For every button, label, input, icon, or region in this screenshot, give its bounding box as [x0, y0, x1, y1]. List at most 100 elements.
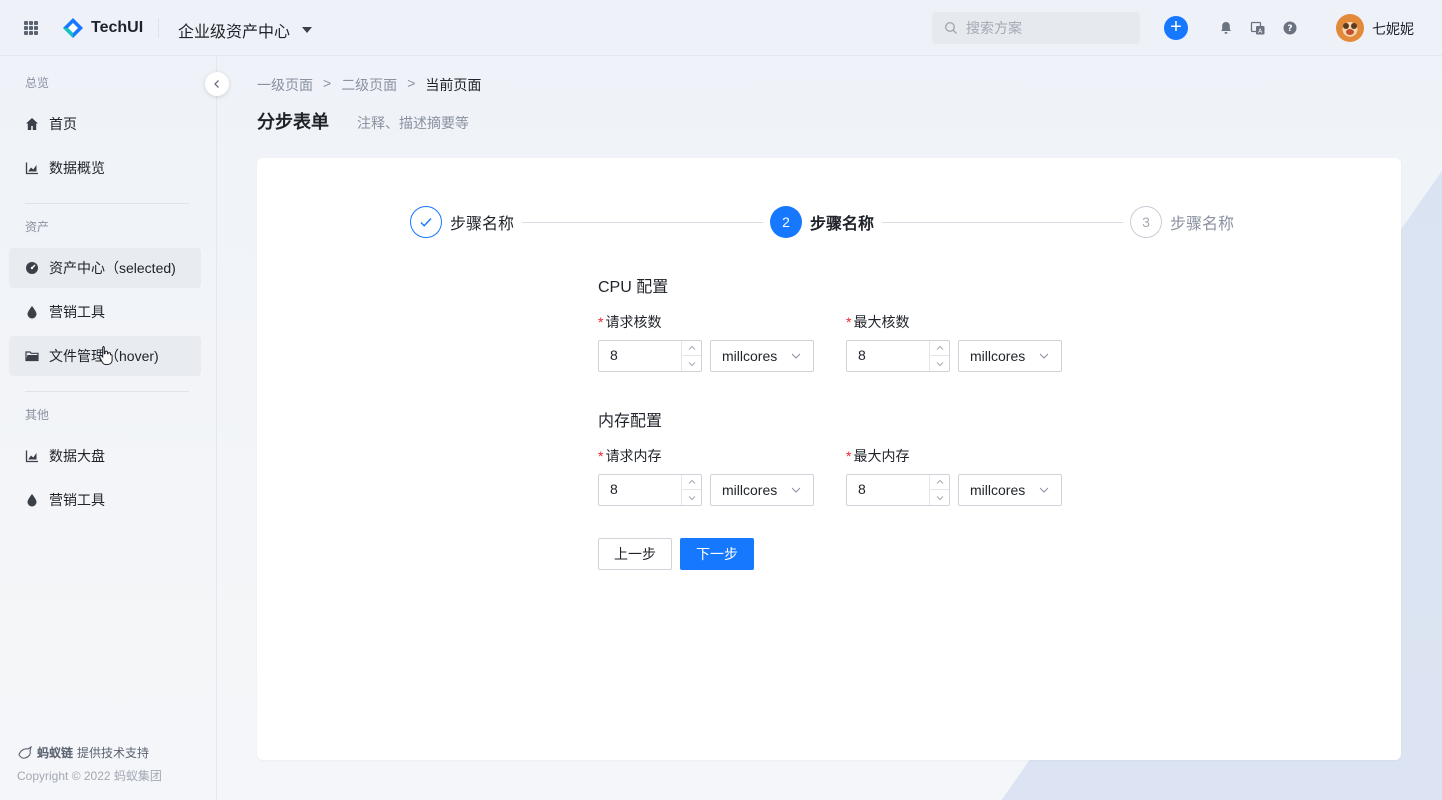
footer-brand: 蚂蚁链 [37, 746, 74, 760]
sidebar-item-label: 资产中心（selected) [49, 260, 176, 276]
sidebar-collapse-button[interactable] [205, 72, 229, 96]
chevron-down-icon [791, 353, 801, 359]
sidebar-item-marketing-2[interactable]: 营销工具 [9, 480, 201, 520]
step-connector [882, 222, 1123, 223]
chevron-up-icon [688, 345, 695, 350]
search-input[interactable] [966, 20, 1136, 36]
step-label: 步骤名称 [450, 216, 515, 233]
chevron-down-icon [688, 361, 695, 366]
chevron-up-icon [688, 479, 695, 484]
form-card: 步骤名称 2 步骤名称 3 步骤名称 CPU 配置 *请求核数 millcore… [257, 158, 1401, 760]
select-value: millcores [722, 348, 778, 364]
required-mark: * [598, 448, 604, 464]
ant-chain-logo-icon [18, 745, 32, 759]
sidebar-item-label: 数据大盘 [49, 448, 105, 464]
chevron-down-icon [688, 495, 695, 500]
page-title: 分步表单 [257, 112, 329, 132]
add-button[interactable]: + [1164, 16, 1188, 40]
username[interactable]: 七妮妮 [1372, 19, 1414, 39]
step-label: 步骤名称 [810, 216, 875, 233]
memory-max-input[interactable] [846, 474, 950, 506]
memory-request-unit-select[interactable]: millcores [710, 474, 814, 506]
sidebar-item-label: 首页 [49, 116, 77, 132]
select-value: millcores [970, 348, 1026, 364]
number-stepper[interactable] [681, 341, 701, 371]
cpu-section-title: CPU 配置 [598, 279, 669, 296]
drop-icon [25, 493, 39, 507]
required-mark: * [598, 314, 604, 330]
chevron-up-icon [936, 345, 943, 350]
apps-grid-icon[interactable] [24, 21, 38, 35]
search-box[interactable] [932, 12, 1140, 44]
caret-down-icon [302, 27, 313, 33]
stepper-up[interactable] [930, 341, 949, 356]
step-3: 3 步骤名称 [1130, 206, 1234, 238]
stepper-down[interactable] [682, 356, 701, 371]
sidebar-item-label: 数据概览 [49, 160, 105, 176]
cpu-request-unit-select[interactable]: millcores [710, 340, 814, 372]
cpu-request-value[interactable] [610, 347, 680, 363]
field-label: * 最大内存 [846, 446, 909, 466]
prev-step-button[interactable]: 上一步 [598, 538, 672, 570]
memory-request-value[interactable] [610, 481, 680, 497]
drop-icon [25, 305, 39, 319]
stepper-up[interactable] [930, 475, 949, 490]
user-avatar[interactable] [1336, 14, 1364, 42]
stepper-down[interactable] [682, 490, 701, 505]
breadcrumb-separator: > [407, 75, 416, 91]
sidebar-item-asset-center[interactable]: 资产中心（selected) [9, 248, 201, 288]
stepper-up[interactable] [682, 475, 701, 490]
memory-request-input[interactable] [598, 474, 702, 506]
breadcrumb-current: 当前页面 [425, 77, 482, 93]
translate-icon[interactable]: A [1250, 20, 1266, 36]
next-step-button[interactable]: 下一步 [680, 538, 754, 570]
stepper-up[interactable] [682, 341, 701, 356]
breadcrumb: 一级页面 > 二级页面 > 当前页面 [257, 75, 481, 95]
footer-support-text: 提供技术支持 [77, 746, 150, 760]
sidebar-divider [25, 391, 189, 392]
memory-max-value[interactable] [858, 481, 928, 497]
field-label: * 请求内存 [598, 446, 661, 466]
app-switcher[interactable]: 企业级资产中心 [178, 18, 313, 42]
step-1: 步骤名称 [410, 206, 514, 238]
group-title-overview: 总览 [25, 76, 50, 90]
sidebar-item-data-dashboard[interactable]: 数据大盘 [9, 436, 201, 476]
chevron-left-icon [214, 80, 219, 88]
field-label-text: 请求核数 [605, 314, 662, 330]
memory-max-unit-select[interactable]: millcores [958, 474, 1062, 506]
breadcrumb-item[interactable]: 二级页面 [341, 75, 397, 95]
header-divider [158, 18, 159, 38]
cpu-request-input[interactable] [598, 340, 702, 372]
breadcrumb-item[interactable]: 一级页面 [257, 75, 313, 95]
number-stepper[interactable] [681, 475, 701, 505]
stepper-down[interactable] [930, 490, 949, 505]
home-icon [25, 117, 39, 131]
chart-icon [25, 161, 39, 175]
number-stepper[interactable] [929, 475, 949, 505]
cpu-max-input[interactable] [846, 340, 950, 372]
sidebar: 总览 首页 数据概览 资产 资产中心（selected) 营销工具 文件管理（h… [0, 56, 217, 800]
sidebar-item-marketing[interactable]: 营销工具 [9, 292, 201, 332]
sidebar-item-home[interactable]: 首页 [9, 104, 201, 144]
stepper-down[interactable] [930, 356, 949, 371]
techui-logo-icon [63, 18, 83, 38]
number-stepper[interactable] [929, 341, 949, 371]
field-label: * 最大核数 [846, 312, 909, 332]
cpu-max-unit-select[interactable]: millcores [958, 340, 1062, 372]
sidebar-divider [25, 203, 189, 204]
help-icon[interactable]: ? [1282, 20, 1298, 36]
sidebar-item-data-overview[interactable]: 数据概览 [9, 148, 201, 188]
hand-cursor-icon [99, 346, 113, 365]
step-2: 2 步骤名称 [770, 206, 874, 238]
cpu-max-value[interactable] [858, 347, 928, 363]
chevron-up-icon [936, 479, 943, 484]
step-number: 2 [770, 206, 802, 238]
group-title-assets: 资产 [25, 220, 50, 234]
bell-icon[interactable] [1218, 20, 1234, 36]
copyright-text: Copyright © 2022 蚂蚁集团 [17, 769, 162, 783]
step-number: 3 [1130, 206, 1162, 238]
select-value: millcores [722, 482, 778, 498]
chevron-down-icon [1039, 487, 1049, 493]
check-icon [420, 218, 432, 227]
field-label-text: 请求内存 [605, 448, 662, 464]
